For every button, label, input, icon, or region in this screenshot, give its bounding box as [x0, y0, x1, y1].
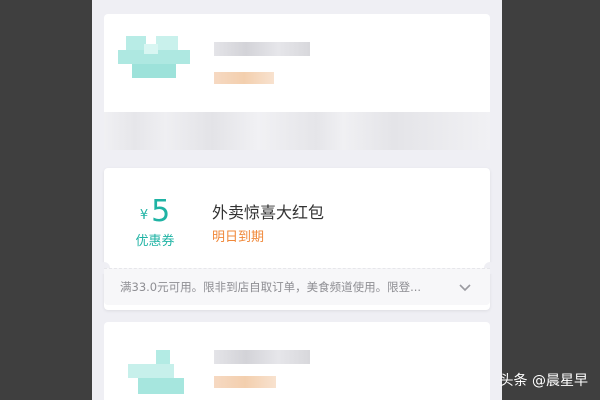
watermark: 头条 @晨星早	[500, 370, 588, 390]
coupon-list-screen: ¥ 5 优惠券 外卖惊喜大红包 明日到期 满33.0元可用。限非到店自取订单，美…	[92, 0, 502, 400]
coupon-title: 外卖惊喜大红包	[212, 203, 325, 222]
blurred-expiry	[214, 376, 276, 388]
coupon-amount-block: ¥ 5 优惠券	[130, 194, 180, 250]
coupon-amount: 5	[151, 194, 171, 229]
coupon-card-top: ¥ 5 优惠券 外卖惊喜大红包 明日到期	[98, 168, 496, 274]
blurred-amount	[118, 36, 190, 82]
coupon-description-bar[interactable]: 满33.0元可用。限非到店自取订单，美食频道使用。限登...	[104, 268, 490, 305]
blurred-amount	[128, 350, 190, 398]
chevron-down-icon[interactable]	[458, 280, 472, 294]
blurred-expiry	[214, 72, 274, 84]
coupon-card[interactable]: ¥ 5 优惠券 外卖惊喜大红包 明日到期 满33.0元可用。限非到店自取订单，美…	[98, 168, 496, 310]
currency-symbol: ¥	[139, 208, 149, 223]
blurred-title	[214, 350, 310, 364]
blurred-description	[104, 112, 490, 150]
blurred-title	[214, 42, 310, 56]
coupon-description: 满33.0元可用。限非到店自取订单，美食频道使用。限登...	[120, 280, 422, 294]
coupon-expiry: 明日到期	[212, 230, 265, 245]
coupon-card-blurred-bottom[interactable]	[104, 322, 490, 400]
coupon-type-label: 优惠券	[135, 234, 175, 249]
watermark-text: 头条 @晨星早	[499, 373, 588, 389]
